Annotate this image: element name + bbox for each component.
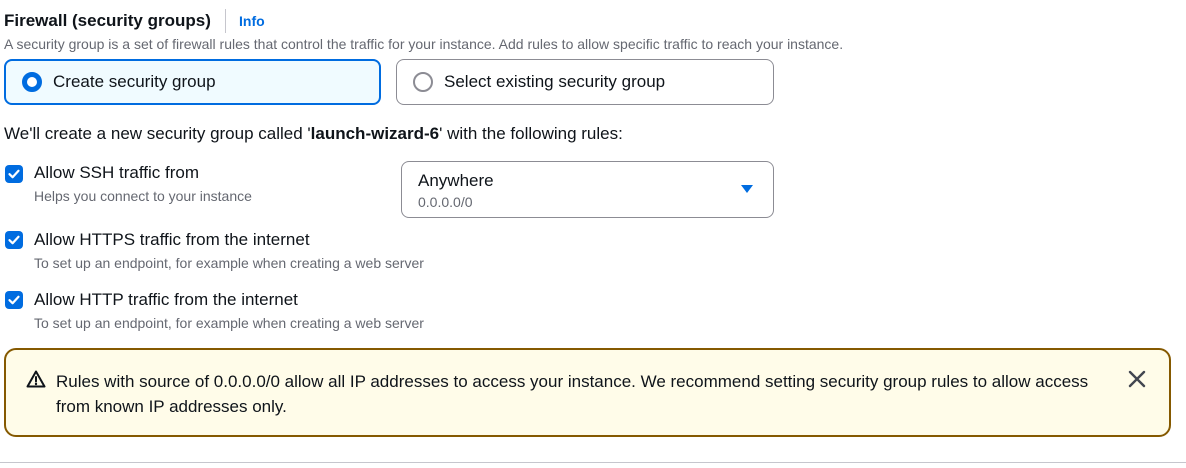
radio-unselected-icon[interactable] bbox=[413, 72, 433, 92]
title-divider bbox=[225, 9, 226, 33]
warning-alert: Rules with source of 0.0.0.0/0 allow all… bbox=[4, 348, 1171, 437]
security-group-name: launch-wizard-6 bbox=[310, 124, 440, 143]
https-rule-description: To set up an endpoint, for example when … bbox=[34, 255, 424, 271]
summary-prefix: We'll create a new security group called… bbox=[4, 124, 311, 143]
create-security-group-label: Create security group bbox=[53, 72, 216, 91]
warning-message: Rules with source of 0.0.0.0/0 allow all… bbox=[56, 372, 1089, 416]
warning-triangle-icon bbox=[26, 370, 46, 388]
https-rule-label: Allow HTTPS traffic from the internet bbox=[34, 230, 310, 249]
ssh-rule-label: Allow SSH traffic from bbox=[34, 163, 200, 182]
section-description: A security group is a set of firewall ru… bbox=[4, 36, 844, 52]
https-checkbox[interactable] bbox=[5, 231, 23, 249]
ssh-checkbox[interactable] bbox=[5, 165, 23, 183]
ssh-source-value: Anywhere bbox=[418, 171, 494, 190]
checkmark-icon bbox=[8, 295, 20, 305]
caret-down-icon bbox=[741, 185, 753, 193]
ssh-rule-description: Helps you connect to your instance bbox=[34, 188, 252, 204]
create-security-group-option[interactable]: Create security group bbox=[4, 59, 381, 105]
checkmark-icon bbox=[8, 169, 20, 179]
section-divider bbox=[0, 462, 1186, 463]
ssh-source-select[interactable]: Anywhere 0.0.0.0/0 bbox=[401, 161, 774, 218]
security-group-summary: We'll create a new security group called… bbox=[4, 124, 623, 144]
checkmark-icon bbox=[8, 235, 20, 245]
summary-suffix: ' with the following rules: bbox=[439, 124, 623, 143]
info-link[interactable]: Info bbox=[239, 13, 265, 29]
http-rule-label: Allow HTTP traffic from the internet bbox=[34, 290, 298, 309]
select-existing-security-group-option[interactable]: Select existing security group bbox=[396, 59, 774, 105]
select-existing-security-group-label: Select existing security group bbox=[444, 72, 666, 91]
ssh-source-cidr: 0.0.0.0/0 bbox=[418, 194, 473, 210]
http-rule-description: To set up an endpoint, for example when … bbox=[34, 315, 424, 331]
http-checkbox[interactable] bbox=[5, 291, 23, 309]
close-icon[interactable] bbox=[1128, 370, 1146, 388]
section-title: Firewall (security groups) bbox=[4, 11, 211, 30]
radio-selected-icon[interactable] bbox=[22, 72, 42, 92]
